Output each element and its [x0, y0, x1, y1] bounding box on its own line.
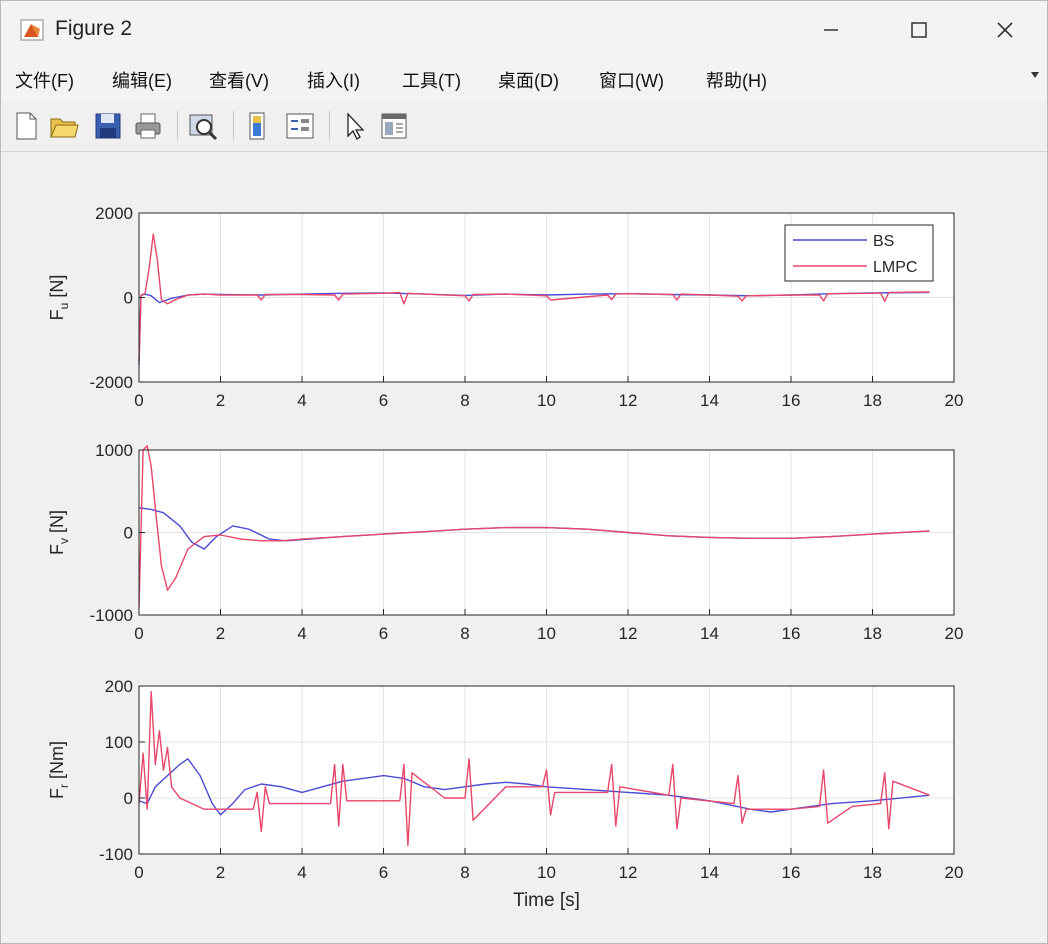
x-tick-label: 2	[216, 863, 225, 882]
axes-1: 0 2 4 6 8 10 12 14 16 18 20-200002000Fu [N]BSLMPC	[47, 204, 963, 410]
x-tick-label: 20	[945, 624, 964, 643]
x-tick-label: 12	[619, 624, 638, 643]
matlab-figure-icon	[20, 19, 44, 41]
y-axis-label: Fv [N]	[47, 510, 71, 555]
y-axis-label: Fr [Nm]	[47, 741, 71, 799]
menu-window[interactable]: 窗口(W)	[599, 67, 664, 93]
y-tick-label: 0	[124, 789, 133, 808]
x-tick-label: 8	[460, 391, 469, 410]
menu-tools[interactable]: 工具(T)	[402, 67, 461, 93]
x-tick-label: 2	[216, 624, 225, 643]
maximize-icon	[911, 22, 927, 38]
x-tick-label: 18	[863, 391, 882, 410]
toolbar-dock-arrow-icon[interactable]	[1029, 69, 1041, 81]
window-title: Figure 2	[55, 17, 133, 40]
x-tick-label: 0	[134, 391, 143, 410]
menu-help[interactable]: 帮助(H)	[706, 67, 767, 93]
x-tick-label: 10	[537, 624, 556, 643]
maximize-button[interactable]	[889, 11, 949, 49]
toolbar-separator	[329, 111, 330, 141]
legend-label-lmpc: LMPC	[873, 259, 917, 276]
menu-insert[interactable]: 插入(I)	[307, 67, 360, 93]
zoom-icon[interactable]	[186, 109, 220, 143]
new-figure-icon[interactable]	[9, 109, 43, 143]
y-tick-label: -100	[99, 845, 133, 864]
close-button[interactable]	[975, 11, 1035, 49]
menu-edit[interactable]: 编辑(E)	[112, 67, 172, 93]
legend-icon[interactable]	[283, 109, 317, 143]
figure-toolbar	[1, 101, 1047, 152]
figure-canvas: 0 2 4 6 8 10 12 14 16 18 20 -2000 0 2000 Fu [N] BS LMPC 0…	[1, 153, 1047, 943]
y-tick-label: -1000	[90, 606, 133, 625]
y-tick-label: -2000	[90, 373, 133, 392]
x-tick-label: 10	[537, 391, 556, 410]
x-tick-label: 4	[297, 624, 306, 643]
axes-3: 0 2 4 6 8 10 12 14 16 18 20-1000100200Fr [Nm]Time …	[47, 677, 963, 911]
x-tick-label: 16	[782, 863, 801, 882]
title-bar: Figure 2	[1, 1, 1047, 59]
open-file-icon[interactable]	[47, 109, 81, 143]
x-axis-label: Time [s]	[513, 890, 580, 911]
x-tick-label: 18	[863, 863, 882, 882]
y-tick-label: 2000	[95, 204, 133, 223]
x-tick-label: 8	[460, 863, 469, 882]
y-tick-label: 0	[124, 289, 133, 308]
legend-label-bs: BS	[873, 233, 894, 250]
toolbar-separator	[177, 111, 178, 141]
menu-view[interactable]: 查看(V)	[209, 67, 269, 93]
menu-desktop[interactable]: 桌面(D)	[498, 67, 559, 93]
x-tick-label: 2	[216, 391, 225, 410]
x-tick-label: 0	[134, 863, 143, 882]
y-tick-label: 200	[105, 677, 133, 696]
legend: BS LMPC	[784, 224, 934, 282]
minimize-icon	[824, 29, 838, 31]
figure-window: Figure 2 文件(F) 编辑(E) 查看(V) 插入(I) 工具(T) 桌…	[0, 0, 1048, 944]
x-tick-label: 14	[700, 863, 719, 882]
y-axis-label: Fu [N]	[47, 275, 71, 321]
x-tick-label: 4	[297, 863, 306, 882]
y-tick-label: 0	[124, 524, 133, 543]
x-tick-label: 8	[460, 624, 469, 643]
x-tick-label: 16	[782, 391, 801, 410]
x-tick-label: 6	[379, 624, 388, 643]
plots-svg: 0 2 4 6 8 10 12 14 16 18 20-200002000Fu [N]BSLMPC0…	[47, 204, 963, 911]
y-tick-label: 1000	[95, 441, 133, 460]
x-tick-label: 6	[379, 863, 388, 882]
x-tick-label: 12	[619, 863, 638, 882]
property-editor-icon[interactable]	[377, 109, 411, 143]
save-icon[interactable]	[91, 109, 125, 143]
x-tick-label: 6	[379, 391, 388, 410]
menu-bar: 文件(F) 编辑(E) 查看(V) 插入(I) 工具(T) 桌面(D) 窗口(W…	[1, 59, 1047, 101]
x-tick-label: 14	[700, 391, 719, 410]
minimize-button[interactable]	[801, 11, 861, 49]
x-tick-label: 10	[537, 863, 556, 882]
x-tick-label: 20	[945, 391, 964, 410]
x-tick-label: 18	[863, 624, 882, 643]
x-tick-label: 20	[945, 863, 964, 882]
toolbar-separator	[233, 111, 234, 141]
print-icon[interactable]	[131, 109, 165, 143]
x-tick-label: 14	[700, 624, 719, 643]
x-tick-label: 0	[134, 624, 143, 643]
axes-2: 0 2 4 6 8 10 12 14 16 18 20-100001000Fv [N]	[47, 441, 963, 643]
menu-file[interactable]: 文件(F)	[15, 67, 74, 93]
x-tick-label: 4	[297, 391, 306, 410]
x-tick-label: 12	[619, 391, 638, 410]
close-icon	[997, 22, 1013, 38]
x-tick-label: 16	[782, 624, 801, 643]
y-tick-label: 100	[105, 733, 133, 752]
colorbar-icon[interactable]	[241, 109, 275, 143]
pointer-icon[interactable]	[337, 109, 371, 143]
